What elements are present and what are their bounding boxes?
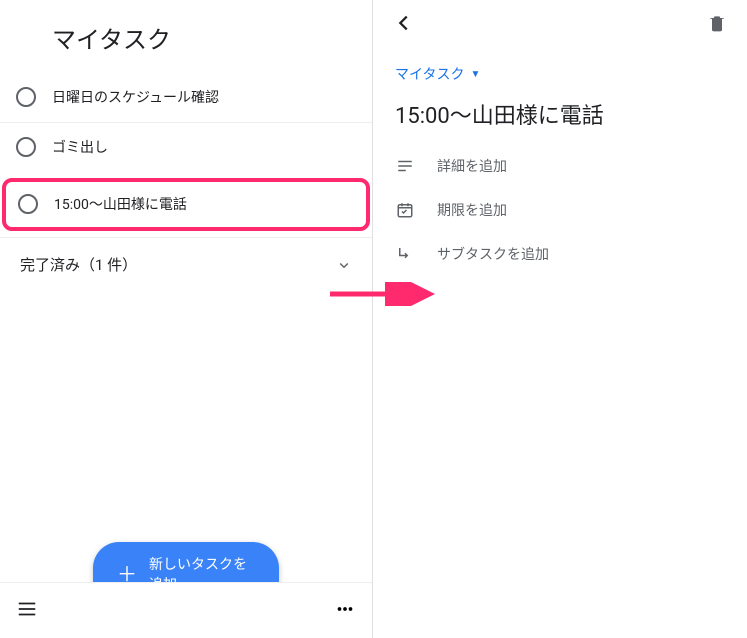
list-name: マイタスク [395,64,464,84]
completed-section-toggle[interactable]: 完了済み（1 件） [0,237,372,291]
trash-icon[interactable] [703,9,731,41]
add-due-row[interactable]: 期限を追加 [373,188,747,232]
list-title: マイタスク [0,0,372,73]
plus-icon: ＋ [117,564,137,584]
menu-icon[interactable] [16,598,38,624]
detail-header [373,0,747,50]
more-icon[interactable] [334,598,356,624]
selected-task-highlight: 15:00〜山田様に電話 [2,178,370,231]
task-item[interactable]: 15:00〜山田様に電話 [6,182,366,227]
notes-icon [395,156,415,176]
subtask-icon [395,244,415,264]
add-detail-label: 詳細を追加 [437,156,507,176]
task-radio[interactable] [16,137,36,157]
task-title[interactable]: 15:00〜山田様に電話 [373,88,747,144]
bottom-bar [0,582,372,638]
list-selector[interactable]: マイタスク ▼ [373,50,747,88]
task-item[interactable]: 日曜日のスケジュール確認 [0,73,372,122]
add-due-label: 期限を追加 [437,200,507,220]
task-radio[interactable] [16,87,36,107]
add-subtask-label: サブタスクを追加 [437,244,549,264]
task-label: ゴミ出し [52,137,108,157]
task-label: 15:00〜山田様に電話 [54,194,187,214]
task-list-panel: マイタスク 日曜日のスケジュール確認 ゴミ出し 15:00〜山田様に電話 完了済… [0,0,373,638]
task-radio[interactable] [18,194,38,214]
chevron-down-icon [334,255,354,275]
task-label: 日曜日のスケジュール確認 [52,87,219,107]
calendar-icon [395,200,415,220]
completed-label: 完了済み（1 件） [20,254,137,275]
add-subtask-row[interactable]: サブタスクを追加 [373,232,747,276]
add-detail-row[interactable]: 詳細を追加 [373,144,747,188]
back-icon[interactable] [389,8,419,42]
task-item[interactable]: ゴミ出し [0,122,372,172]
dropdown-triangle-icon: ▼ [470,69,480,80]
task-detail-panel: マイタスク ▼ 15:00〜山田様に電話 詳細を追加 期限を追加 サブタスクを追… [373,0,747,638]
